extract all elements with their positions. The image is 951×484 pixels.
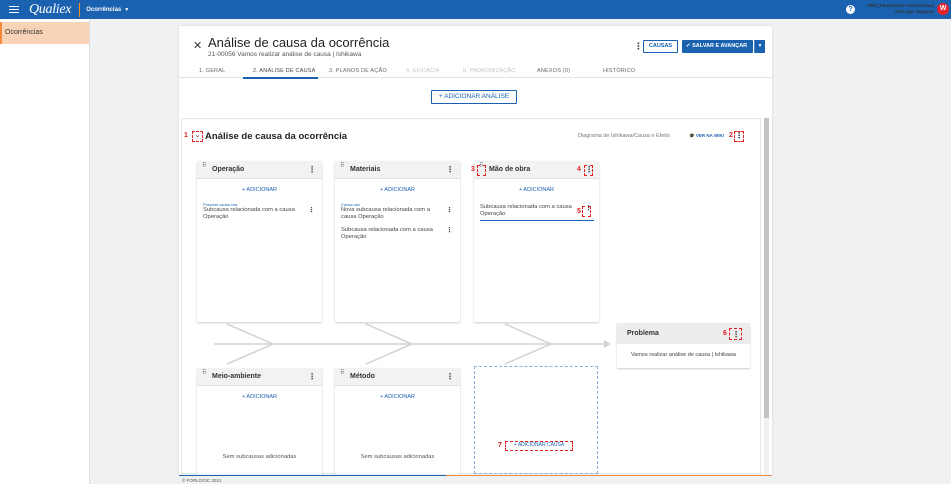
- subcause-text: Subcausa relacionada com a causa Operaçã…: [203, 207, 295, 220]
- category-title: Materiais: [350, 166, 381, 173]
- kebab-icon[interactable]: ⋮: [446, 227, 453, 234]
- category-title: Mão de obra: [489, 166, 531, 173]
- analysis-title: Análise de causa da ocorrência: [205, 131, 348, 142]
- add-cause-dropzone: [474, 366, 598, 474]
- kebab-icon[interactable]: ⋮: [308, 165, 316, 174]
- subcause-text: Subcausa relacionada com a causa Operaçã…: [341, 227, 433, 240]
- annotation-6: 6: [723, 330, 727, 337]
- problem-title: Problema: [627, 330, 659, 337]
- annotation-7: 7: [498, 442, 502, 449]
- subcause-item[interactable]: Subcausa relacionada com a causa Operaçã…: [341, 227, 455, 241]
- category-column-meio-ambiente: ⠿ Meio-ambiente ⋮ + ADICIONAR Sem subcau…: [197, 368, 322, 474]
- kebab-icon[interactable]: ⋮: [308, 372, 316, 381]
- category-column-operacao: ⠿ Operação ⋮ + ADICIONAR Possível causa …: [197, 161, 322, 322]
- problem-description: Vamos realizar análise de causa | Ishika…: [631, 352, 736, 358]
- category-column-metodo: ⠿ Método ⋮ + ADICIONAR Sem subcausas adi…: [335, 368, 460, 474]
- category-title: Método: [350, 373, 375, 380]
- kebab-icon[interactable]: ⋮: [446, 165, 454, 174]
- annotation-4-box: [584, 165, 593, 176]
- drag-handle-icon[interactable]: ⠿: [202, 163, 207, 169]
- kebab-icon[interactable]: ⋮: [446, 207, 453, 214]
- footer-divider: [179, 475, 772, 476]
- add-subcause-button[interactable]: + ADICIONAR: [335, 187, 460, 193]
- add-subcause-button[interactable]: + ADICIONAR: [474, 187, 599, 193]
- annotation-3-box: [477, 165, 486, 176]
- category-column-materiais: ⠿ Materiais ⋮ + ADICIONAR Causa raiz Nov…: [335, 161, 460, 322]
- annotation-2-box: [734, 131, 744, 142]
- annotation-5: 5: [577, 208, 581, 215]
- kebab-icon[interactable]: ⋮: [446, 372, 454, 381]
- category-title: Operação: [212, 166, 245, 173]
- empty-subcauses-text: Sem subcausas adicionadas: [360, 454, 435, 460]
- drag-handle-icon[interactable]: ⠿: [340, 370, 345, 376]
- wiki-link-label: VER NA WIKI: [695, 133, 724, 138]
- annotation-2: 2: [729, 132, 733, 139]
- category-column-mao-de-obra: ⠿ Mão de obra ⋮ + ADICIONAR Subcausa rel…: [474, 161, 599, 322]
- subcause-text: Subcausa relacionada com a causa Operaçã…: [480, 204, 572, 217]
- category-header: ⠿ Meio-ambiente ⋮: [197, 368, 322, 386]
- category-header: ⠿ Materiais ⋮: [335, 161, 460, 179]
- annotation-3: 3: [471, 166, 475, 173]
- wiki-link[interactable]: 🎓 VER NA WIKI: [689, 133, 724, 139]
- drag-handle-icon[interactable]: ⠿: [202, 370, 207, 376]
- category-header: ⠿ Operação ⋮: [197, 161, 322, 179]
- add-subcause-button[interactable]: + ADICIONAR: [197, 394, 322, 400]
- subcause-item[interactable]: Causa raiz Nova subcausa relacionada com…: [341, 203, 455, 221]
- copyright-text: © FORLOGIC 2021: [182, 478, 222, 483]
- annotation-4: 4: [577, 166, 581, 173]
- subcause-item[interactable]: Possível causa raiz Subcausa relacionada…: [203, 203, 317, 221]
- add-subcause-button[interactable]: + ADICIONAR: [197, 187, 322, 193]
- annotation-1: 1: [184, 132, 188, 139]
- kebab-icon[interactable]: ⋮: [308, 207, 315, 214]
- add-subcause-button[interactable]: + ADICIONAR: [335, 394, 460, 400]
- drag-handle-icon[interactable]: ⠿: [340, 163, 345, 169]
- annotation-6-box: [729, 328, 742, 340]
- category-header: ⠿ Método ⋮: [335, 368, 460, 386]
- subcause-text: Nova subcausa relacionada com a causa Op…: [341, 207, 430, 220]
- annotation-7-box: [505, 441, 573, 451]
- diagram-type-label: Diagrama de Ishikawa/Causa e Efeito: [578, 133, 671, 139]
- annotation-5-box: [582, 206, 591, 217]
- annotation-1-box: [192, 131, 203, 142]
- category-title: Meio-ambiente: [212, 373, 262, 380]
- empty-subcauses-text: Sem subcausas adicionadas: [222, 454, 297, 460]
